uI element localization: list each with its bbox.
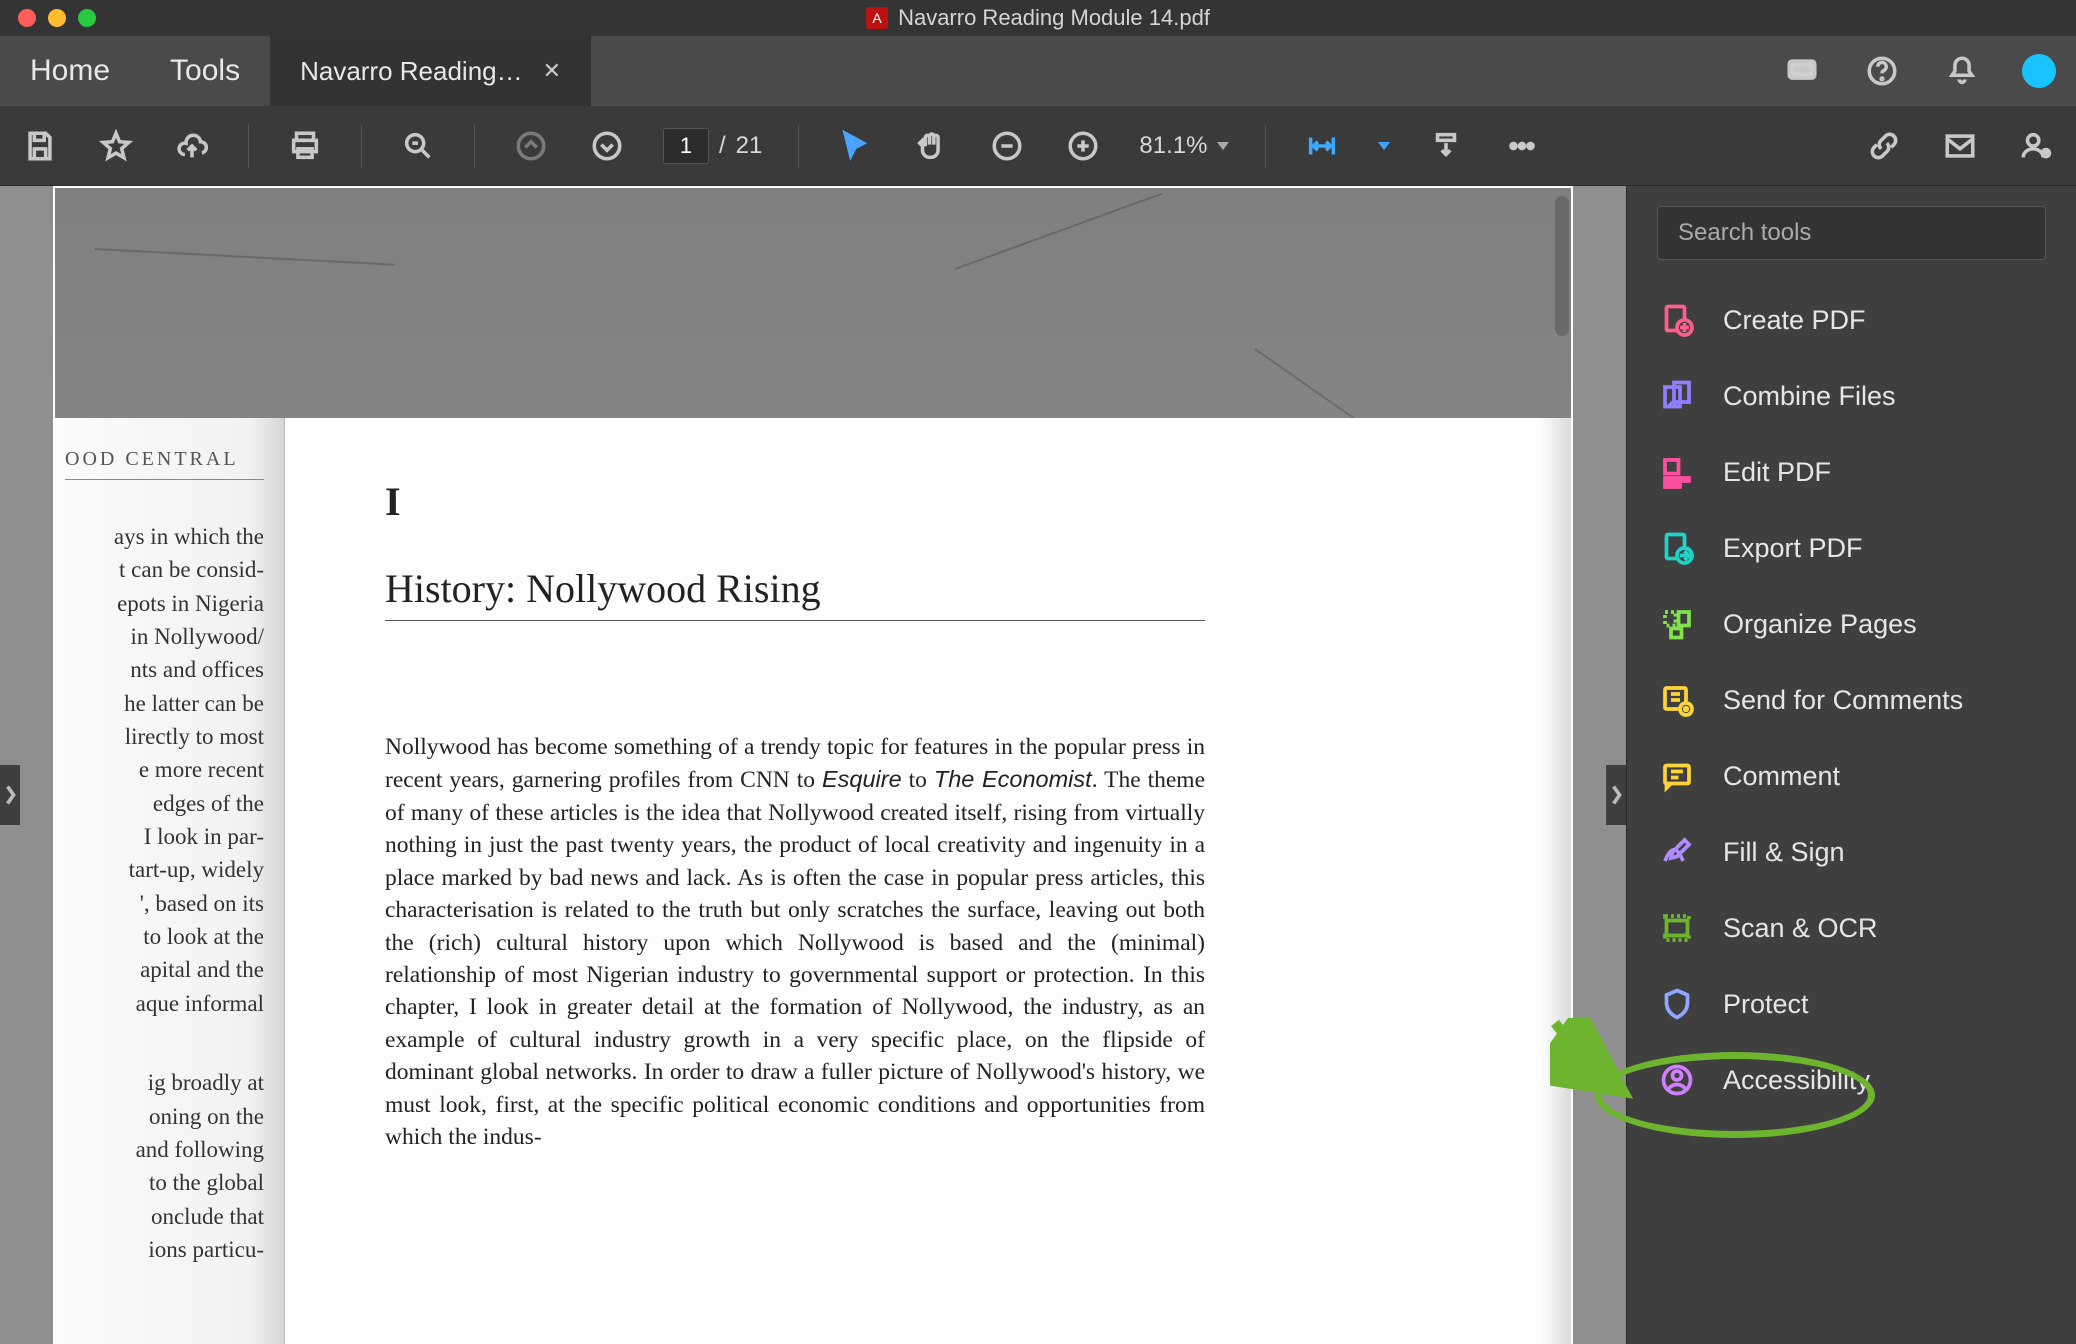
cloud-upload-icon[interactable] (172, 126, 212, 166)
tool-row-comment[interactable]: Comment (1657, 756, 2046, 796)
share-people-icon[interactable] (2016, 126, 2056, 166)
save-icon[interactable] (20, 126, 60, 166)
left-page-fragment-1: ays in which thet can be consid-epots in… (65, 520, 264, 1020)
zoom-value: 81.1% (1139, 132, 1207, 160)
chapter-number: I (385, 478, 1491, 525)
running-head: OOD CENTRAL (65, 448, 264, 471)
tool-row-organize-pages[interactable]: Organize Pages (1657, 604, 2046, 644)
left-panel-toggle[interactable] (0, 765, 20, 825)
tool-label: Comment (1723, 761, 1840, 792)
left-page-fragment-2: ig broadly atoning on theand followingto… (65, 1066, 264, 1266)
main-toolbar: / 21 81.1% (0, 106, 2076, 186)
tool-row-accessibility[interactable]: Accessibility (1657, 1060, 2046, 1100)
page-down-icon[interactable] (587, 126, 627, 166)
star-icon[interactable] (96, 126, 136, 166)
hand-tool-icon[interactable] (911, 126, 951, 166)
tool-row-scan-ocr[interactable]: Scan & OCR (1657, 908, 2046, 948)
tab-tools[interactable]: Tools (140, 36, 270, 106)
chevron-down-icon (1217, 142, 1229, 150)
chapter-title: History: Nollywood Rising (385, 565, 1491, 612)
total-pages: 21 (736, 132, 763, 160)
search-placeholder: Search tools (1678, 219, 1811, 247)
minimize-window-button[interactable] (48, 9, 66, 27)
comments-icon[interactable] (1782, 51, 1822, 91)
book-right-page: I History: Nollywood Rising Nollywood ha… (285, 418, 1571, 1344)
tab-document-label: Navarro Reading… (300, 56, 523, 87)
tool-icon (1657, 832, 1697, 872)
share-link-icon[interactable] (1864, 126, 1904, 166)
tool-row-export-pdf[interactable]: Export PDF (1657, 528, 2046, 568)
tool-icon (1657, 756, 1697, 796)
tool-label: Create PDF (1723, 305, 1866, 336)
maximize-window-button[interactable] (78, 9, 96, 27)
window-controls (0, 9, 96, 27)
close-window-button[interactable] (18, 9, 36, 27)
current-page-input[interactable] (663, 128, 709, 164)
book-left-page: OOD CENTRAL ays in which thet can be con… (55, 418, 285, 1344)
zoom-out-icon[interactable] (987, 126, 1027, 166)
tool-row-edit-pdf[interactable]: Edit PDF (1657, 452, 2046, 492)
page-canvas: OOD CENTRAL ays in which thet can be con… (53, 186, 1573, 1344)
more-tools-icon[interactable] (1502, 126, 1542, 166)
zoom-in-icon[interactable] (1063, 126, 1103, 166)
window-title-text: Navarro Reading Module 14.pdf (898, 5, 1210, 31)
vertical-scrollbar[interactable] (1555, 196, 1569, 336)
body-text: Nollywood has become something of a tren… (385, 731, 1205, 1153)
tool-row-protect[interactable]: Protect (1657, 984, 2046, 1024)
zoom-level[interactable]: 81.1% (1139, 132, 1229, 160)
print-icon[interactable] (285, 126, 325, 166)
right-panel-toggle[interactable] (1606, 765, 1626, 825)
search-tools-input[interactable]: Search tools (1657, 206, 2046, 260)
tool-row-send-for-comments[interactable]: Send for Comments (1657, 680, 2046, 720)
tab-bar: Home Tools Navarro Reading… ✕ (0, 36, 2076, 106)
tool-label: Protect (1723, 989, 1809, 1020)
email-icon[interactable] (1940, 126, 1980, 166)
tool-label: Scan & OCR (1723, 913, 1878, 944)
document-viewport[interactable]: OOD CENTRAL ays in which thet can be con… (0, 186, 1626, 1344)
tool-row-create-pdf[interactable]: Create PDF (1657, 300, 2046, 340)
tool-row-combine-files[interactable]: Combine Files (1657, 376, 2046, 416)
account-avatar[interactable] (2022, 54, 2056, 88)
tool-label: Edit PDF (1723, 457, 1831, 488)
tool-label: Fill & Sign (1723, 837, 1845, 868)
tool-label: Send for Comments (1723, 685, 1963, 716)
tool-icon (1657, 604, 1697, 644)
tool-label: Combine Files (1723, 381, 1896, 412)
tool-icon (1657, 984, 1697, 1024)
find-icon[interactable] (398, 126, 438, 166)
window-titlebar: A Navarro Reading Module 14.pdf (0, 0, 2076, 36)
tool-label: Export PDF (1723, 533, 1863, 564)
close-tab-icon[interactable]: ✕ (543, 58, 561, 84)
tab-home[interactable]: Home (0, 36, 140, 106)
notifications-icon[interactable] (1942, 51, 1982, 91)
window-title: A Navarro Reading Module 14.pdf (866, 5, 1210, 31)
fit-dropdown-icon[interactable] (1378, 142, 1390, 150)
tool-icon (1657, 376, 1697, 416)
pdf-icon: A (866, 7, 888, 29)
tool-icon (1657, 908, 1697, 948)
tool-icon (1657, 528, 1697, 568)
selection-tool-icon[interactable] (835, 126, 875, 166)
help-icon[interactable] (1862, 51, 1902, 91)
tab-document[interactable]: Navarro Reading… ✕ (270, 36, 591, 106)
tool-label: Organize Pages (1723, 609, 1917, 640)
tool-label: Accessibility (1723, 1065, 1870, 1096)
scroll-mode-icon[interactable] (1426, 126, 1466, 166)
tool-row-fill-sign[interactable]: Fill & Sign (1657, 832, 2046, 872)
fit-width-icon[interactable] (1302, 126, 1342, 166)
page-separator: / (719, 132, 726, 160)
tools-list: Create PDF Combine Files Edit PDF Export PD… (1657, 300, 2046, 1100)
tools-panel: Search tools Create PDF Combine Files Edit… (1626, 186, 2076, 1344)
tool-icon (1657, 300, 1697, 340)
tool-icon (1657, 1060, 1697, 1100)
page-up-icon[interactable] (511, 126, 551, 166)
tool-icon (1657, 680, 1697, 720)
tool-icon (1657, 452, 1697, 492)
page-indicator: / 21 (663, 128, 762, 164)
